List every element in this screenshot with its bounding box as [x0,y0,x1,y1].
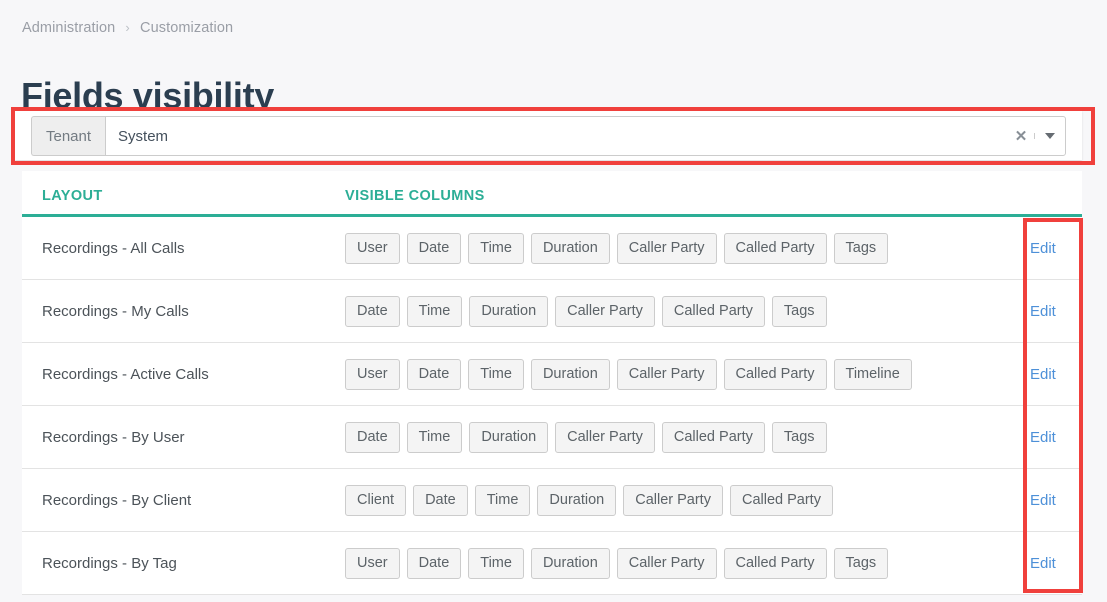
layout-name: Recordings - Active Calls [42,365,209,383]
tenant-input-group: Tenant System ✕ [31,116,1066,156]
edit-link[interactable]: Edit [1030,240,1056,257]
visible-columns-list: Client Date Time Duration Caller Party Called… [345,479,1022,522]
column-chip: Duration [469,421,549,453]
breadcrumb-item-customization[interactable]: Customization [140,20,233,36]
column-chip: Duration [530,232,610,264]
edit-link[interactable]: Edit [1030,303,1056,320]
column-chip: Called Party [723,547,827,579]
fields-visibility-table: LAYOUT VISIBLE COLUMNS Recordings - All … [22,171,1082,595]
column-chip: Caller Party [555,295,655,327]
column-chip: Called Party [723,232,827,264]
edit-cell: Edit [1022,280,1082,342]
visible-columns-list: User Date Time Duration Caller Party Called P… [345,227,1022,270]
column-chip: Called Party [661,295,765,327]
column-chip: User [345,358,400,390]
visible-columns-list: Date Time Duration Caller Party Called Party… [345,416,1022,459]
column-chip: Timeline [833,358,912,390]
visible-columns-list: User Date Time Duration Caller Party Called P… [345,353,1022,396]
edit-cell: Edit [1022,217,1082,279]
breadcrumb-item-administration[interactable]: Administration [22,20,115,36]
table-row: Recordings - By User Date Time Duration Call… [22,406,1082,469]
column-chip: Time [474,484,531,516]
table-header-row: LAYOUT VISIBLE COLUMNS [22,171,1082,217]
column-chip: Called Party [723,358,827,390]
column-header-layout: LAYOUT [42,188,103,204]
tenant-selected-value: System [118,127,169,145]
column-chip: Client [345,484,407,516]
column-chip: Duration [530,358,610,390]
column-chip: Duration [469,295,549,327]
column-chip: Caller Party [616,547,717,579]
column-chip: Tags [771,295,827,327]
column-chip: Tags [833,547,889,579]
column-chip: Time [468,358,524,390]
edit-cell: Edit [1022,469,1082,531]
column-chip: Time [468,547,524,579]
column-chip: Time [468,232,524,264]
tenant-label: Tenant [31,116,106,156]
column-header-visible-columns: VISIBLE COLUMNS [345,188,485,204]
column-chip: Tags [833,232,889,264]
tenant-selector-panel: Tenant System ✕ [15,111,1082,160]
column-chip: User [345,232,400,264]
table-row: Recordings - Active Calls User Date Time Dur… [22,343,1082,406]
column-chip: Date [413,484,468,516]
column-chip: Date [345,295,400,327]
layout-name: Recordings - By User [42,428,185,446]
column-chip: Duration [530,547,610,579]
column-chip: Duration [537,484,617,516]
column-chip: Date [406,232,462,264]
column-chip: Caller Party [616,358,717,390]
column-chip: Time [406,295,463,327]
edit-link[interactable]: Edit [1030,366,1056,383]
edit-link[interactable]: Edit [1030,555,1056,572]
column-chip: Date [406,358,462,390]
edit-cell: Edit [1022,406,1082,468]
table-body: Recordings - All Calls User Date Time Durati… [22,217,1082,595]
table-row: Recordings - By Client Client Date Time Dura… [22,469,1082,532]
column-chip: Date [406,547,462,579]
clear-icon[interactable]: ✕ [1008,127,1034,145]
column-chip: Tags [771,421,827,453]
layout-name: Recordings - By Client [42,491,192,509]
edit-cell: Edit [1022,343,1082,405]
tenant-select[interactable]: System ✕ [105,116,1066,156]
chevron-down-icon[interactable] [1034,133,1065,139]
column-chip: Date [345,421,400,453]
edit-cell: Edit [1022,532,1082,594]
column-chip: Time [406,421,463,453]
column-chip: User [345,547,400,579]
caret-glyph [1045,133,1055,139]
column-header-actions [1022,171,1082,214]
breadcrumb-separator-icon: › [125,20,130,35]
column-chip: Called Party [661,421,765,453]
column-chip: Caller Party [616,232,717,264]
breadcrumb: Administration › Customization [22,20,233,36]
edit-link[interactable]: Edit [1030,492,1056,509]
layout-name: Recordings - All Calls [42,239,185,257]
column-chip: Caller Party [555,421,655,453]
layout-name: Recordings - By Tag [42,554,177,572]
table-row: Recordings - My Calls Date Time Duration Cal… [22,280,1082,343]
column-chip: Called Party [729,484,833,516]
edit-link[interactable]: Edit [1030,429,1056,446]
visible-columns-list: Date Time Duration Caller Party Called Party… [345,290,1022,333]
column-chip: Caller Party [623,484,723,516]
table-row: Recordings - All Calls User Date Time Durati… [22,217,1082,280]
table-row: Recordings - By Tag User Date Time Duration C… [22,532,1082,595]
layout-name: Recordings - My Calls [42,302,189,320]
visible-columns-list: User Date Time Duration Caller Party Called P… [345,542,1022,585]
